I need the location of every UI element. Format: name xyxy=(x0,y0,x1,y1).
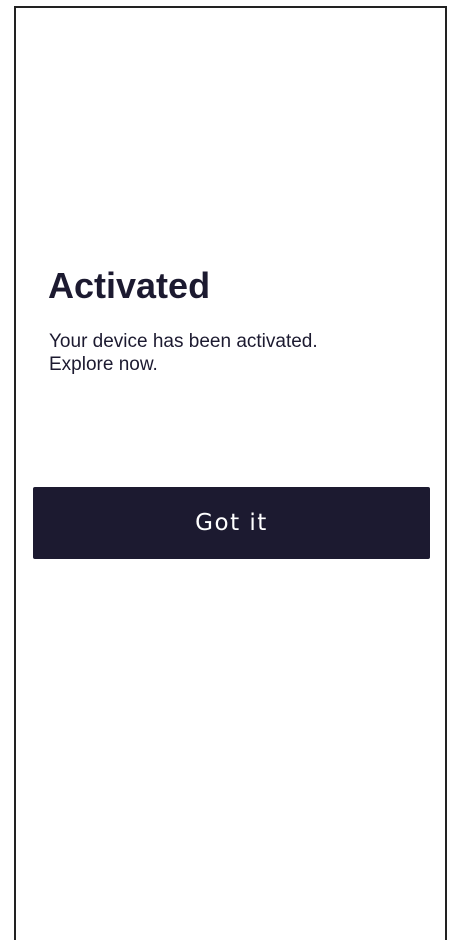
activation-message-line-1: Your device has been activated. xyxy=(49,331,318,352)
activation-message: Your device has been activated. Explore … xyxy=(49,330,419,376)
got-it-button[interactable]: Got it xyxy=(33,487,430,559)
device-screen-frame xyxy=(14,6,447,940)
page-title: Activated xyxy=(48,265,211,306)
activation-message-line-2: Explore now. xyxy=(49,354,158,375)
